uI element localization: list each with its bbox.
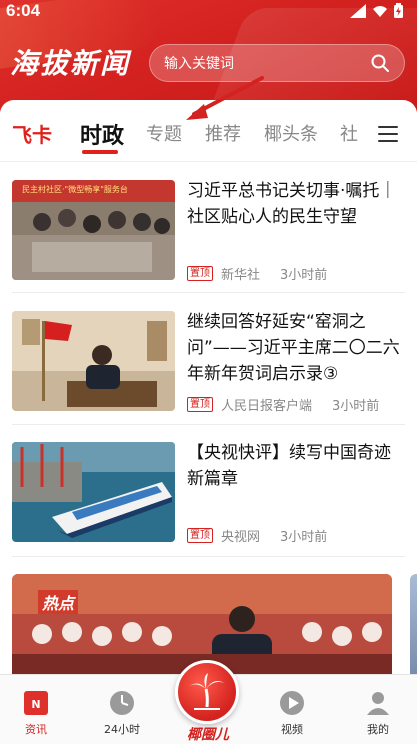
tab-yetoutiao[interactable]: 椰头条: [264, 120, 318, 146]
news-item[interactable]: 民主村社区·"微型畅享"服务台 习近平总书记关切事·嘱托｜社区贴心人的民生守望 …: [12, 178, 404, 283]
arrow-annotation-icon: [186, 76, 264, 120]
nav-label: 24小时: [104, 723, 140, 736]
nav-label: 视频: [281, 723, 303, 736]
tab-she[interactable]: 社: [340, 120, 358, 146]
palm-tree-icon: [188, 673, 224, 710]
status-time: 6:04: [6, 1, 41, 20]
nav-item-video[interactable]: 视频: [262, 689, 322, 737]
news-item[interactable]: 继续回答好延安“窑洞之问”——习近平主席二〇二六年新年贺词启示录③ 置顶 人民日…: [12, 309, 404, 414]
news-thumbnail: [12, 311, 175, 411]
app-logo: 海拔新闻: [10, 47, 131, 80]
news-source: 人民日报客户端: [221, 399, 313, 414]
thumbnail-caption: 民主村社区·"微型畅享"服务台: [22, 185, 128, 194]
news-meta: 置顶 新华社 3小时前: [187, 264, 327, 283]
clock-icon: [108, 689, 136, 717]
news-source: 新华社: [221, 268, 261, 283]
search-icon[interactable]: [370, 53, 390, 73]
news-source: 央视网: [221, 530, 261, 545]
center-circle-button[interactable]: [175, 660, 239, 724]
tab-shizheng[interactable]: 时政: [80, 118, 124, 150]
user-icon: [364, 689, 392, 717]
pinned-badge: 置顶: [187, 397, 213, 412]
signal-icon: [350, 3, 366, 23]
featured-card-next[interactable]: [410, 574, 417, 684]
tab-feika[interactable]: 飞卡: [12, 119, 52, 148]
news-title[interactable]: 继续回答好延安“窑洞之问”——习近平主席二〇二六年新年贺词启示录③: [187, 309, 404, 387]
news-thumbnail: 民主村社区·"微型畅享"服务台: [12, 180, 175, 280]
search-placeholder: 输入关键词: [164, 56, 234, 72]
pinned-badge: 置顶: [187, 528, 213, 543]
pinned-badge: 置顶: [187, 266, 213, 281]
svg-text:N: N: [31, 698, 40, 711]
news-time: 3小时前: [280, 268, 328, 283]
nav-item-profile[interactable]: 我的: [348, 689, 408, 737]
news-thumbnail: [12, 442, 175, 542]
tab-zhuanti[interactable]: 专题: [146, 120, 182, 146]
center-nav-label[interactable]: 椰圈儿: [183, 724, 233, 744]
nav-label: 我的: [367, 723, 389, 736]
news-meta: 置顶 人民日报客户端 3小时前: [187, 395, 379, 414]
divider: [12, 556, 405, 557]
news-meta: 置顶 央视网 3小时前: [187, 526, 327, 545]
hot-tag: 热点: [38, 590, 79, 614]
news-item[interactable]: 【央视快评】续写中国奇迹新篇章 置顶 央视网 3小时前: [12, 440, 404, 545]
nav-label: 资讯: [25, 723, 47, 736]
wifi-icon: [372, 4, 388, 23]
active-tab-indicator: [82, 150, 118, 154]
news-time: 3小时前: [280, 530, 328, 545]
play-icon: [278, 689, 306, 717]
news-icon: N: [22, 689, 50, 717]
divider: [12, 292, 405, 293]
battery-icon: [394, 3, 403, 23]
status-bar: 6:04: [0, 0, 417, 24]
nav-item-24h[interactable]: 24小时: [92, 689, 152, 737]
menu-icon[interactable]: [378, 126, 398, 142]
news-title[interactable]: 习近平总书记关切事·嘱托｜社区贴心人的民生守望: [187, 178, 404, 230]
divider: [12, 424, 405, 425]
news-time: 3小时前: [332, 399, 380, 414]
news-title[interactable]: 【央视快评】续写中国奇迹新篇章: [187, 440, 404, 492]
nav-item-news[interactable]: N 资讯: [6, 689, 66, 737]
status-icons: [350, 3, 403, 23]
